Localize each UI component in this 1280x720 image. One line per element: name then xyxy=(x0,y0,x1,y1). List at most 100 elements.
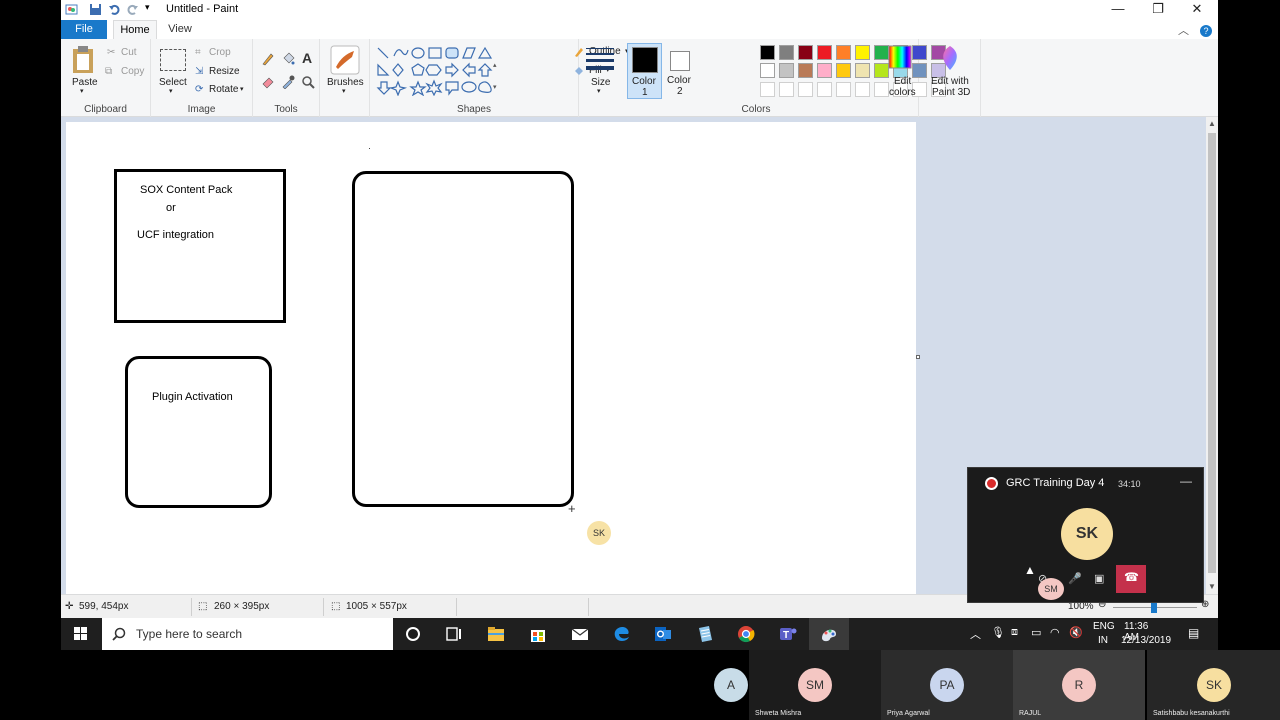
hang-up-button[interactable]: ☎ xyxy=(1116,565,1146,593)
magnifier-icon[interactable] xyxy=(301,75,315,89)
tray-overflow-icon[interactable]: ︿ xyxy=(970,626,981,642)
select-icon[interactable] xyxy=(160,49,186,71)
edit-colors-line1[interactable]: Edit xyxy=(894,76,911,87)
tab-home[interactable]: Home xyxy=(113,20,157,39)
action-center-icon[interactable]: ▤ xyxy=(1188,626,1199,640)
undo-icon[interactable] xyxy=(108,3,121,16)
minimize-button[interactable]: — xyxy=(1099,0,1137,20)
shapes-scroll-icon[interactable]: ▴ xyxy=(493,61,497,69)
size-label[interactable]: Size xyxy=(591,77,610,88)
drawing-canvas[interactable]: SOX Content Pack or UCF integration Plug… xyxy=(66,122,916,594)
custom-color-slot[interactable] xyxy=(836,82,851,97)
color-swatch[interactable] xyxy=(798,63,813,78)
copy-button[interactable]: Copy xyxy=(121,66,144,77)
custom-color-slot[interactable] xyxy=(760,82,775,97)
participant-tile[interactable]: A xyxy=(675,650,748,720)
color-picker-icon[interactable] xyxy=(281,75,295,89)
color-swatch[interactable] xyxy=(855,45,870,60)
paint3d-line2[interactable]: Paint 3D xyxy=(932,87,970,98)
color-swatch[interactable] xyxy=(874,45,889,60)
paint-taskbar-button[interactable] xyxy=(809,618,849,650)
redo-icon[interactable] xyxy=(126,3,139,16)
teams-minimize-button[interactable]: — xyxy=(1180,474,1192,488)
paste-icon[interactable] xyxy=(71,45,97,75)
color-swatch[interactable] xyxy=(817,45,832,60)
language-line2[interactable]: IN xyxy=(1098,635,1108,646)
outlook-icon[interactable] xyxy=(653,624,673,644)
scroll-up-icon[interactable]: ▲ xyxy=(1206,117,1218,131)
color-swatch[interactable] xyxy=(798,45,813,60)
scroll-down-icon[interactable]: ▼ xyxy=(1206,580,1218,594)
mic-icon[interactable]: 🎤 xyxy=(1068,572,1082,585)
text-tool-icon[interactable]: A xyxy=(302,50,312,66)
edit-colors-icon[interactable] xyxy=(888,45,912,69)
paint3d-icon[interactable] xyxy=(938,45,962,71)
close-button[interactable]: ✕ xyxy=(1178,0,1216,20)
battery-icon[interactable]: ▭ xyxy=(1031,626,1041,639)
pencil-icon[interactable] xyxy=(261,52,275,66)
maximize-button[interactable]: ❐ xyxy=(1139,0,1177,20)
network-icon[interactable]: ◠ xyxy=(1050,626,1060,639)
file-explorer-icon[interactable] xyxy=(486,624,506,644)
custom-color-slot[interactable] xyxy=(779,82,794,97)
windows-start-icon[interactable] xyxy=(61,618,101,650)
collapse-ribbon-icon[interactable]: ︿ xyxy=(1178,25,1189,37)
chrome-icon[interactable] xyxy=(736,624,756,644)
eraser-icon[interactable] xyxy=(261,75,275,89)
color-swatch[interactable] xyxy=(855,63,870,78)
edit-colors-line2[interactable]: colors xyxy=(889,87,916,98)
taskbar-search-box[interactable]: Type here to search xyxy=(102,618,393,650)
color-swatch[interactable] xyxy=(779,45,794,60)
canvas-resize-handle[interactable] xyxy=(916,355,920,359)
clock-date[interactable]: 12/13/2019 xyxy=(1121,635,1171,646)
color-swatch[interactable] xyxy=(836,63,851,78)
customize-quick-access-icon[interactable]: ▾ xyxy=(145,2,158,15)
fill-bucket-icon[interactable] xyxy=(281,52,295,66)
participant-tile[interactable]: PA Priya Agarwal xyxy=(881,650,1013,720)
paste-dropdown-icon[interactable]: ▾ xyxy=(80,87,84,95)
paste-label[interactable]: Paste xyxy=(72,77,98,88)
task-view-icon[interactable] xyxy=(444,624,464,644)
custom-color-slot[interactable] xyxy=(798,82,813,97)
color-swatch[interactable] xyxy=(760,63,775,78)
participant-tile[interactable]: SM Shweta Mishra xyxy=(749,650,881,720)
select-label[interactable]: Select xyxy=(159,77,187,88)
language-line1[interactable]: ENG xyxy=(1093,621,1115,632)
color-swatch[interactable] xyxy=(874,63,889,78)
select-dropdown-icon[interactable]: ▾ xyxy=(169,87,173,95)
vertical-scrollbar[interactable]: ▲ ▼ xyxy=(1206,117,1218,594)
crop-button[interactable]: Crop xyxy=(209,47,231,58)
color-swatch[interactable] xyxy=(760,45,775,60)
size-dropdown-icon[interactable]: ▾ xyxy=(597,87,601,95)
color-swatch[interactable] xyxy=(817,63,832,78)
tray-app-icon[interactable]: ⧈ xyxy=(1011,626,1018,639)
tab-view[interactable]: View xyxy=(162,20,198,39)
shapes-gallery[interactable] xyxy=(376,46,502,96)
size-icon[interactable] xyxy=(586,47,614,71)
edge-icon[interactable] xyxy=(612,624,632,644)
tab-file[interactable]: File xyxy=(61,20,107,39)
volume-muted-icon[interactable]: 🔇 xyxy=(1069,626,1083,639)
custom-color-slot[interactable] xyxy=(855,82,870,97)
custom-color-slot[interactable] xyxy=(874,82,889,97)
share-screen-icon[interactable]: ▣ xyxy=(1094,572,1104,585)
brushes-icon[interactable] xyxy=(330,45,360,75)
paint3d-line1[interactable]: Edit with xyxy=(931,76,969,87)
scroll-thumb[interactable] xyxy=(1208,133,1216,573)
cut-button[interactable]: Cut xyxy=(121,47,137,58)
help-icon[interactable]: ? xyxy=(1200,25,1212,37)
microphone-icon[interactable]: 🎙 xyxy=(991,626,1005,639)
custom-color-slot[interactable] xyxy=(817,82,832,97)
save-icon[interactable] xyxy=(89,3,102,16)
participant-tile[interactable]: R RAJUL xyxy=(1013,650,1145,720)
rotate-button[interactable]: Rotate xyxy=(209,84,238,95)
cortana-icon[interactable] xyxy=(403,624,423,644)
teams-icon[interactable]: T xyxy=(778,624,798,644)
mail-icon[interactable] xyxy=(570,624,590,644)
brushes-dropdown-icon[interactable]: ▾ xyxy=(342,87,346,95)
notepad-app-icon[interactable] xyxy=(695,624,715,644)
color-swatch[interactable] xyxy=(836,45,851,60)
shapes-expand-icon[interactable]: ▾ xyxy=(493,83,497,91)
participant-tile[interactable]: SK Satishbabu kesanakurthi xyxy=(1147,650,1280,720)
color-swatch[interactable] xyxy=(779,63,794,78)
